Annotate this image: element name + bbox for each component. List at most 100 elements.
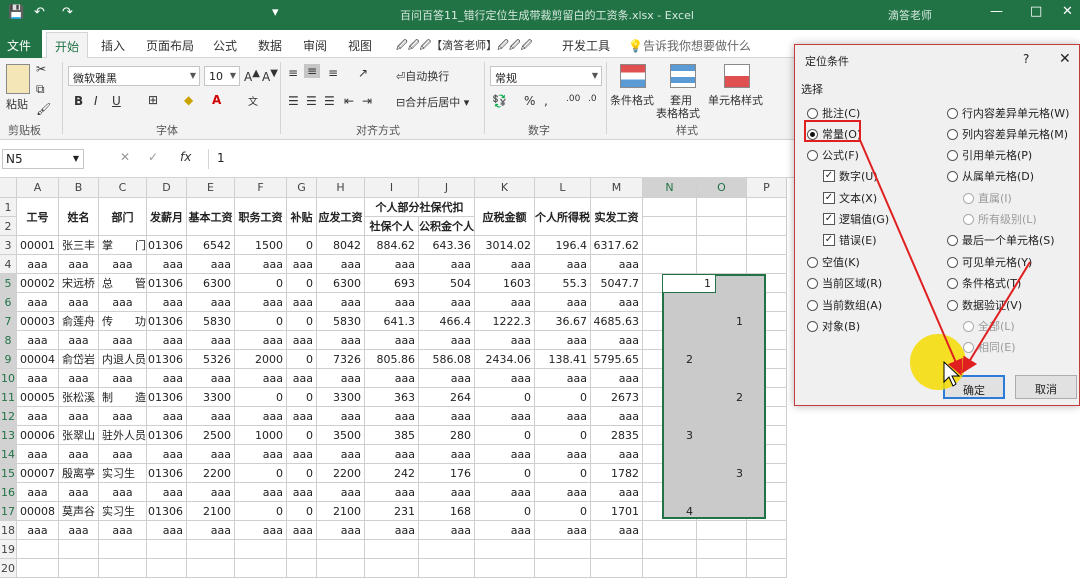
filler-cell[interactable]: aaa bbox=[287, 255, 317, 274]
data-cell[interactable]: 504 bbox=[419, 274, 475, 293]
filler-cell[interactable]: aaa bbox=[187, 521, 235, 540]
filler-cell[interactable]: aaa bbox=[17, 407, 59, 426]
empty-cell[interactable] bbox=[235, 559, 287, 578]
row-header[interactable]: 2 bbox=[0, 217, 17, 236]
comma-style-icon[interactable]: , bbox=[544, 94, 548, 108]
data-cell[interactable]: 驻外人员 bbox=[99, 426, 147, 445]
filler-cell[interactable]: aaa bbox=[535, 331, 591, 350]
customize-quick-access-icon[interactable]: ▾ bbox=[272, 5, 279, 20]
tab-view[interactable]: 视图 bbox=[348, 37, 372, 54]
filler-cell[interactable]: aaa bbox=[535, 445, 591, 464]
data-cell[interactable]: 实习生 bbox=[99, 464, 147, 483]
header-cell-post[interactable]: 职务工资 bbox=[235, 198, 287, 236]
filler-cell[interactable]: aaa bbox=[475, 369, 535, 388]
copy-icon[interactable]: ⧉ bbox=[36, 82, 45, 97]
empty-cell[interactable] bbox=[747, 559, 787, 578]
data-cell[interactable]: 0 bbox=[475, 426, 535, 445]
cancel-button[interactable]: 取消 bbox=[1015, 375, 1077, 399]
data-cell[interactable]: 201306 bbox=[147, 236, 187, 255]
option-data-validation[interactable]: 数据验证(V) bbox=[947, 297, 1022, 313]
italic-icon[interactable]: I bbox=[94, 94, 98, 108]
column-header[interactable]: J bbox=[419, 178, 475, 198]
empty-cell[interactable] bbox=[187, 540, 235, 559]
row-header[interactable]: 7 bbox=[0, 312, 17, 331]
filler-cell[interactable]: aaa bbox=[365, 255, 419, 274]
paste-icon[interactable] bbox=[6, 64, 30, 94]
data-cell[interactable]: 3014.02 bbox=[475, 236, 535, 255]
data-cell[interactable]: 176 bbox=[419, 464, 475, 483]
filler-cell[interactable]: aaa bbox=[475, 255, 535, 274]
paste-label[interactable]: 粘贴 bbox=[6, 96, 28, 112]
data-cell[interactable]: 00006 bbox=[17, 426, 59, 445]
column-header[interactable]: B bbox=[59, 178, 99, 198]
empty-cell[interactable] bbox=[475, 559, 535, 578]
data-cell[interactable]: 201306 bbox=[147, 350, 187, 369]
header-cell-base[interactable]: 基本工资 bbox=[187, 198, 235, 236]
align-top-icon[interactable]: ≡ bbox=[288, 66, 298, 80]
empty-cell[interactable] bbox=[147, 540, 187, 559]
data-cell[interactable]: 6300 bbox=[317, 274, 365, 293]
filler-cell[interactable]: aaa bbox=[59, 293, 99, 312]
data-cell[interactable]: 00002 bbox=[17, 274, 59, 293]
tab-custom-teacher[interactable]: 🖉🖉🖉【滴答老师】🖉🖉🖉 bbox=[396, 37, 532, 56]
data-cell[interactable]: 5830 bbox=[187, 312, 235, 331]
filler-cell[interactable]: aaa bbox=[475, 331, 535, 350]
data-cell[interactable]: 0 bbox=[287, 388, 317, 407]
data-cell[interactable]: 2200 bbox=[317, 464, 365, 483]
filler-cell[interactable]: aaa bbox=[235, 293, 287, 312]
data-cell[interactable]: 0 bbox=[535, 464, 591, 483]
data-cell[interactable]: 00007 bbox=[17, 464, 59, 483]
option-current-region[interactable]: 当前区域(R) bbox=[807, 275, 882, 291]
filler-cell[interactable]: aaa bbox=[235, 521, 287, 540]
data-cell[interactable]: 2000 bbox=[235, 350, 287, 369]
option-precedents[interactable]: 引用单元格(P) bbox=[947, 147, 1032, 163]
column-header[interactable]: M bbox=[591, 178, 643, 198]
filler-cell[interactable]: aaa bbox=[147, 521, 187, 540]
percent-icon[interactable]: % bbox=[524, 94, 535, 108]
column-header[interactable]: E bbox=[187, 178, 235, 198]
filler-cell[interactable]: aaa bbox=[317, 445, 365, 464]
empty-cell[interactable] bbox=[697, 255, 747, 274]
header-cell-name[interactable]: 姓名 bbox=[59, 198, 99, 236]
data-cell[interactable]: 0 bbox=[287, 350, 317, 369]
data-cell[interactable]: 466.4 bbox=[419, 312, 475, 331]
cell-styles-label[interactable]: 单元格样式 bbox=[708, 92, 763, 108]
formula-input[interactable]: 1 bbox=[208, 149, 798, 169]
row-header[interactable]: 13 bbox=[0, 426, 17, 445]
empty-cell[interactable] bbox=[747, 540, 787, 559]
filler-cell[interactable]: aaa bbox=[535, 407, 591, 426]
header-cell-dept[interactable]: 部门 bbox=[99, 198, 147, 236]
empty-cell[interactable] bbox=[17, 559, 59, 578]
filler-cell[interactable]: aaa bbox=[317, 407, 365, 426]
empty-cell[interactable] bbox=[643, 198, 697, 217]
data-cell[interactable]: 0 bbox=[235, 312, 287, 331]
cancel-entry-icon[interactable]: ✕ bbox=[120, 150, 130, 164]
column-header[interactable]: H bbox=[317, 178, 365, 198]
filler-cell[interactable]: aaa bbox=[591, 483, 643, 502]
data-cell[interactable]: 1782 bbox=[591, 464, 643, 483]
header-cell-taxable[interactable]: 应税金额 bbox=[475, 198, 535, 236]
data-cell[interactable]: 0 bbox=[287, 502, 317, 521]
filler-cell[interactable]: aaa bbox=[591, 407, 643, 426]
header-cell-tax[interactable]: 个人所得税 bbox=[535, 198, 591, 236]
empty-cell[interactable] bbox=[643, 559, 697, 578]
helper-value[interactable]: 2 bbox=[703, 391, 743, 404]
filler-cell[interactable]: aaa bbox=[365, 407, 419, 426]
filler-cell[interactable]: aaa bbox=[99, 293, 147, 312]
align-middle-icon[interactable]: ≡ bbox=[304, 64, 321, 78]
data-cell[interactable]: 4685.63 bbox=[591, 312, 643, 331]
filler-cell[interactable]: aaa bbox=[475, 445, 535, 464]
empty-cell[interactable] bbox=[747, 521, 787, 540]
empty-cell[interactable] bbox=[365, 559, 419, 578]
filler-cell[interactable]: aaa bbox=[317, 369, 365, 388]
filler-cell[interactable]: aaa bbox=[235, 483, 287, 502]
filler-cell[interactable]: aaa bbox=[287, 521, 317, 540]
filler-cell[interactable]: aaa bbox=[187, 255, 235, 274]
filler-cell[interactable]: aaa bbox=[235, 331, 287, 350]
data-cell[interactable]: 6300 bbox=[187, 274, 235, 293]
check-errors[interactable]: ✓ 错误(E) bbox=[823, 232, 877, 248]
undo-icon[interactable]: ↶ bbox=[34, 5, 45, 20]
data-cell[interactable]: 1500 bbox=[235, 236, 287, 255]
empty-cell[interactable] bbox=[419, 540, 475, 559]
data-cell[interactable]: 总 管 bbox=[99, 274, 147, 293]
